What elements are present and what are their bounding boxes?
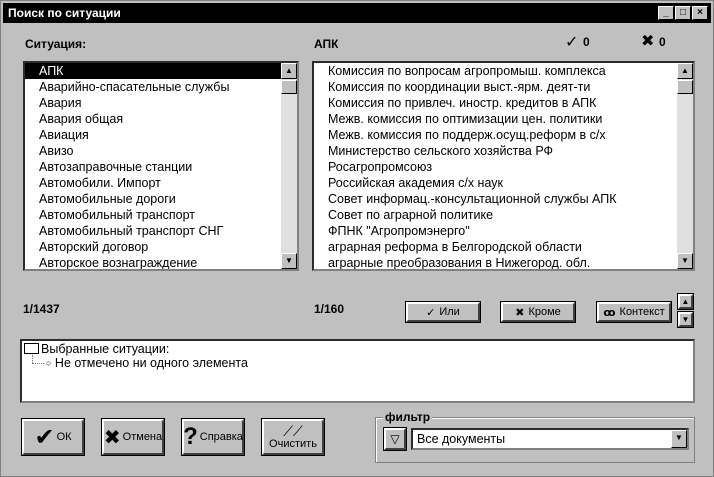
document-list-item[interactable]: Комиссия по привлеч. иностр. кредитов в … <box>314 95 677 111</box>
dropdown-arrow-icon[interactable]: ▼ <box>671 430 687 448</box>
selected-empty-text: Не отмечено ни одного элемента <box>54 356 248 370</box>
scroll-down-arrow-icon[interactable]: ▼ <box>677 253 693 269</box>
scroll-up-arrow-icon[interactable]: ▲ <box>677 63 693 79</box>
situations-scrollbar[interactable]: ▲ ▼ <box>281 63 297 269</box>
situation-list-item[interactable]: Авария общая <box>25 111 281 127</box>
filter-label: фильтр <box>383 410 433 424</box>
search-by-situation-window: Поиск по ситуации _ □ × Ситуация: АПК ✓ … <box>0 0 714 477</box>
cross-icon: ✖ <box>103 426 121 449</box>
situation-list-item[interactable]: Авторский договор <box>25 239 281 255</box>
context-button-label: Контекст <box>619 306 665 318</box>
situation-list-item[interactable]: Автомобильный транспорт <box>25 207 281 223</box>
document-list-item[interactable]: Совет информац.-консультационной службы … <box>314 191 677 207</box>
document-list-item[interactable]: Межв. комиссия по поддерж.осущ.реформ в … <box>314 127 677 143</box>
selected-situations-tree[interactable]: Выбранные ситуации: ○ Не отмечено ни одн… <box>20 339 695 403</box>
help-button-label: Справка <box>199 431 243 443</box>
situation-list-item[interactable]: Автомобильный транспорт СНГ <box>25 223 281 239</box>
close-button[interactable]: × <box>692 6 708 20</box>
situation-list-item[interactable]: Автомобили. Импорт <box>25 175 281 191</box>
ok-button[interactable]: ✔ ОК <box>21 418 85 456</box>
check-icon: ✓ <box>565 34 579 51</box>
situations-list: АПК Аварийно-спасательные службы Авария Ава… <box>25 63 281 269</box>
situation-list-item[interactable]: Авизо <box>25 143 281 159</box>
document-list-item[interactable]: Совет по аграрной политике <box>314 207 677 223</box>
document-list-item[interactable]: аграрная реформа в Белгородской области <box>314 239 677 255</box>
situation-list-item[interactable]: Автозаправочные станции <box>25 159 281 175</box>
minimize-button[interactable]: _ <box>658 6 674 20</box>
ok-button-label: ОК <box>56 431 72 443</box>
situation-list-item[interactable]: Авиация <box>25 127 281 143</box>
situation-list-item[interactable]: Аварийно-спасательные службы <box>25 79 281 95</box>
checkmark-icon: ✔ <box>34 423 55 451</box>
documents-position: 1/160 <box>314 302 345 316</box>
tree-line <box>32 363 44 365</box>
move-down-button[interactable]: ▼ <box>677 311 694 328</box>
current-situation-label: АПК <box>314 37 339 51</box>
document-list-item[interactable]: Росагропромсоюз <box>314 159 677 175</box>
situation-list-item[interactable]: АПК <box>25 63 281 79</box>
situations-listbox[interactable]: АПК Аварийно-спасательные службы Авария Ава… <box>23 61 299 271</box>
check-icon: ✓ <box>426 306 436 319</box>
selected-empty-item: ○ Не отмечено ни одного элемента <box>46 356 248 370</box>
situation-list-item[interactable]: Авторское вознаграждение <box>25 255 281 269</box>
tree-line <box>32 355 34 363</box>
help-button[interactable]: ? Справка <box>181 418 245 456</box>
clear-button-label: Очистить <box>269 438 317 450</box>
document-list-item[interactable]: аграрные преобразования в Нижегород. обл… <box>314 255 677 269</box>
document-list-item[interactable]: ФПНК "Агропромэнерго" <box>314 223 677 239</box>
except-button[interactable]: ✖ Кроме <box>500 301 576 323</box>
or-button[interactable]: ✓ Или <box>405 301 481 323</box>
broom-icon: ⟋⟋ <box>283 423 303 439</box>
folder-icon <box>24 343 39 354</box>
clear-button[interactable]: ⟋⟋ Очистить <box>261 418 325 456</box>
bullet-icon: ○ <box>46 358 52 368</box>
documents-listbox[interactable]: Комиссия по вопросам агропромыш. комплек… <box>312 61 695 271</box>
document-list-item[interactable]: Российская академия с/х наук <box>314 175 677 191</box>
window-title: Поиск по ситуации <box>8 6 121 20</box>
document-list-item[interactable]: Комиссия по вопросам агропромыш. комплек… <box>314 63 677 79</box>
documents-list: Комиссия по вопросам агропромыш. комплек… <box>314 63 677 269</box>
cross-icon: ✖ <box>641 33 655 50</box>
scroll-up-arrow-icon[interactable]: ▲ <box>281 63 297 79</box>
title-bar[interactable]: Поиск по ситуации _ □ × <box>3 3 711 23</box>
documents-scrollbar[interactable]: ▲ ▼ <box>677 63 693 269</box>
move-up-button[interactable]: ▲ <box>677 293 694 310</box>
question-mark-icon: ? <box>183 423 198 450</box>
selected-header-text: Выбранные ситуации: <box>41 342 170 356</box>
scroll-thumb[interactable] <box>281 80 297 94</box>
document-list-item[interactable]: Министерство сельского хозяйства РФ <box>314 143 677 159</box>
binoculars-icon: ꝏ <box>603 306 616 319</box>
selected-situations-header: Выбранные ситуации: <box>24 342 169 356</box>
scroll-thumb[interactable] <box>677 80 693 94</box>
maximize-button[interactable]: □ <box>675 6 691 20</box>
situation-list-item[interactable]: Автомобильные дороги <box>25 191 281 207</box>
yes-count: 0 <box>583 35 590 49</box>
funnel-icon: ▽ <box>390 432 400 446</box>
situations-position: 1/1437 <box>23 302 60 316</box>
filter-select-value: Все документы <box>417 432 506 446</box>
context-button[interactable]: ꝏ Контекст <box>596 301 672 323</box>
scroll-down-arrow-icon[interactable]: ▼ <box>281 253 297 269</box>
cancel-button[interactable]: ✖ Отмена <box>101 418 165 456</box>
filter-select[interactable]: Все документы ▼ <box>411 428 689 450</box>
filter-button[interactable]: ▽ <box>383 427 407 451</box>
cross-icon: ✖ <box>515 306 525 319</box>
arrow-down-icon: ▼ <box>681 315 690 324</box>
no-count: 0 <box>659 35 666 49</box>
situation-list-item[interactable]: Авария <box>25 95 281 111</box>
or-button-label: Или <box>439 306 460 318</box>
arrow-up-icon: ▲ <box>681 297 690 306</box>
document-list-item[interactable]: Комиссия по координации выст.-ярм. деят-… <box>314 79 677 95</box>
situation-label: Ситуация: <box>25 37 87 51</box>
cancel-button-label: Отмена <box>122 431 163 443</box>
except-button-label: Кроме <box>528 306 561 318</box>
document-list-item[interactable]: Межв. комиссия по оптимизации цен. полит… <box>314 111 677 127</box>
